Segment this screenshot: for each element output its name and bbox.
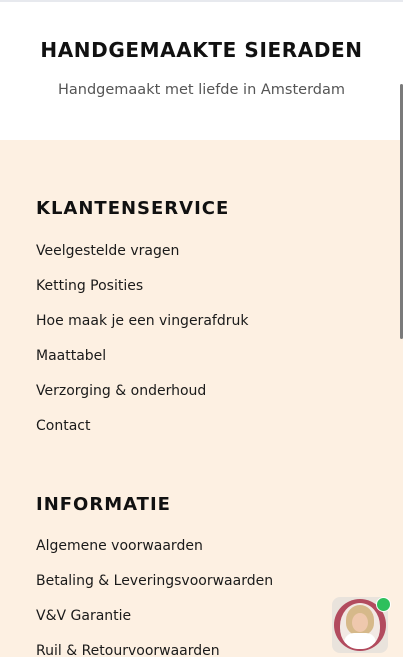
chat-avatar: [340, 603, 380, 649]
footer-link-vingerafdruk[interactable]: Hoe maak je een vingerafdruk: [36, 313, 248, 329]
footer: KLANTENSERVICE Veelgestelde vragen Ketti…: [0, 140, 403, 657]
footer-link-veelgestelde-vragen[interactable]: Veelgestelde vragen: [36, 243, 179, 259]
footer-link-ruil-retour[interactable]: Ruil & Retourvoorwaarden: [36, 643, 220, 657]
footer-link-contact[interactable]: Contact: [36, 418, 90, 434]
footer-link-maattabel[interactable]: Maattabel: [36, 348, 106, 364]
footer-link-verzorging[interactable]: Verzorging & onderhoud: [36, 383, 206, 399]
section-title-klantenservice: KLANTENSERVICE: [36, 198, 230, 219]
online-status-icon: [376, 597, 391, 612]
footer-link-betaling-levering[interactable]: Betaling & Leveringsvoorwaarden: [36, 573, 273, 589]
chat-widget-button[interactable]: [332, 597, 391, 653]
footer-link-ketting-posities[interactable]: Ketting Posities: [36, 278, 143, 294]
avatar-shirt: [344, 633, 376, 649]
brand-tagline: Handgemaakt met liefde in Amsterdam: [57, 82, 345, 98]
footer-link-algemene-voorwaarden[interactable]: Algemene voorwaarden: [36, 538, 203, 554]
brand-title[interactable]: HANDGEMAAKTE SIERADEN: [0, 38, 403, 62]
page: HANDGEMAAKTE SIERADEN Handgemaakt met li…: [0, 0, 403, 657]
top-divider: [0, 0, 403, 2]
section-title-informatie: INFORMATIE: [36, 494, 171, 515]
footer-link-garantie[interactable]: V&V Garantie: [36, 608, 131, 624]
site-header: HANDGEMAAKTE SIERADEN Handgemaakt met li…: [0, 0, 403, 140]
avatar-face: [352, 613, 368, 632]
